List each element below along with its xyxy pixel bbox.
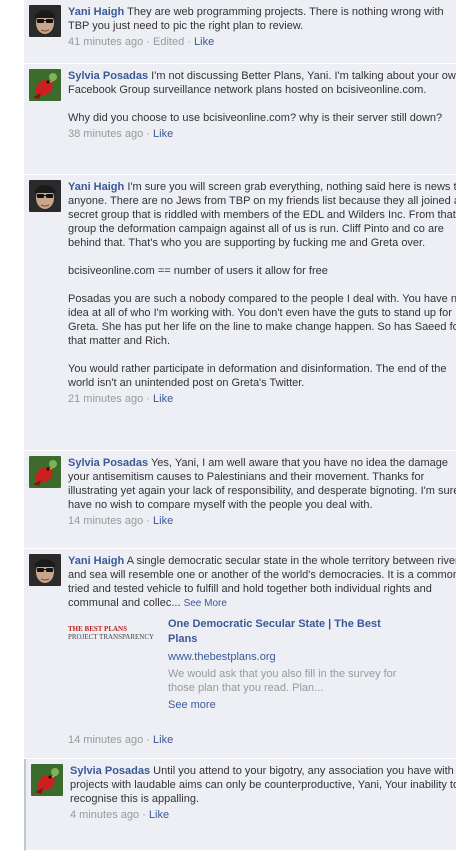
separator: · bbox=[146, 36, 150, 48]
separator: · bbox=[187, 36, 191, 48]
like-link[interactable]: Like bbox=[153, 515, 173, 527]
comment-author[interactable]: Yani Haigh bbox=[68, 555, 124, 567]
comment-time[interactable]: 4 minutes ago bbox=[70, 809, 139, 821]
comment-meta: 21 minutes ago · Like bbox=[68, 392, 456, 406]
comment-body: Yani Haigh A single democratic secular s… bbox=[68, 554, 456, 611]
link-preview-description: We would ask that you also fill in the s… bbox=[168, 668, 397, 694]
avatar-yani-haigh[interactable] bbox=[29, 180, 61, 212]
avatar-yani-haigh[interactable] bbox=[29, 554, 61, 586]
comment-meta: 38 minutes ago · Like bbox=[68, 127, 456, 141]
comment-paragraph: Why did you choose to use bcisiveonline.… bbox=[68, 112, 443, 124]
comment: Sylvia Posadas Until you attend to your … bbox=[24, 759, 456, 851]
comment-time[interactable]: 14 minutes ago bbox=[68, 734, 143, 746]
separator: · bbox=[142, 809, 146, 821]
comment-body: Sylvia Posadas Yes, Yani, I am well awar… bbox=[68, 456, 456, 512]
comment-paragraph: Posadas you are such a nobody compared t… bbox=[68, 293, 456, 347]
comment-thread: Yani Haigh They are web programming proj… bbox=[24, 0, 456, 851]
comment-meta: 14 minutes ago · Like bbox=[68, 733, 456, 747]
avatar-sylvia-posadas[interactable] bbox=[29, 69, 61, 101]
comment-paragraph: Sylvia Posadas I'm not discussing Better… bbox=[68, 69, 456, 97]
comment: Sylvia Posadas Yes, Yani, I am well awar… bbox=[24, 451, 456, 549]
comment-body: Yani Haigh I'm sure you will screen grab… bbox=[68, 180, 456, 390]
comment-time[interactable]: 21 minutes ago bbox=[68, 393, 143, 405]
comment-author[interactable]: Yani Haigh bbox=[68, 181, 124, 193]
thumbnail-title: THE BEST PLANS bbox=[68, 625, 128, 633]
like-link[interactable]: Like bbox=[149, 809, 169, 821]
comment-paragraph: bcisiveonline.com == number of users it … bbox=[68, 265, 328, 277]
like-link[interactable]: Like bbox=[153, 393, 173, 405]
link-preview-text: One Democratic Secular State | The Best … bbox=[168, 617, 408, 711]
comment-time[interactable]: 41 minutes ago bbox=[68, 36, 143, 48]
avatar-sylvia-posadas[interactable] bbox=[31, 764, 63, 796]
comment-paragraph: Yani Haigh I'm sure you will screen grab… bbox=[68, 180, 456, 250]
comment-author[interactable]: Sylvia Posadas bbox=[68, 70, 148, 82]
comment-time[interactable]: 14 minutes ago bbox=[68, 515, 143, 527]
comment-body: Yani Haigh They are web programming proj… bbox=[68, 5, 456, 33]
like-link[interactable]: Like bbox=[153, 734, 173, 746]
comment: Sylvia Posadas I'm not discussing Better… bbox=[24, 64, 456, 175]
link-preview[interactable]: THE BEST PLANS PROJECT TRANSPARENCY One … bbox=[68, 617, 456, 729]
thumbnail-subtitle: PROJECT TRANSPARENCY bbox=[68, 633, 155, 641]
comment: Yani Haigh A single democratic secular s… bbox=[24, 549, 456, 759]
edited-label[interactable]: Edited bbox=[153, 36, 184, 48]
separator: · bbox=[146, 393, 150, 405]
separator: · bbox=[146, 734, 150, 746]
comment-author[interactable]: Yani Haigh bbox=[68, 6, 124, 18]
comment-text: I'm sure you will screen grab everything… bbox=[68, 181, 456, 249]
comment: Yani Haigh I'm sure you will screen grab… bbox=[24, 175, 456, 451]
comment-time[interactable]: 38 minutes ago bbox=[68, 128, 143, 140]
link-preview-thumbnail[interactable]: THE BEST PLANS PROJECT TRANSPARENCY bbox=[68, 625, 158, 641]
avatar-sylvia-posadas[interactable] bbox=[29, 456, 61, 488]
link-preview-url[interactable]: www.thebestplans.org bbox=[168, 651, 408, 663]
comment-text: They are web programming projects. There… bbox=[68, 6, 444, 32]
separator: · bbox=[146, 128, 150, 140]
separator: · bbox=[146, 515, 150, 527]
comment-meta: 14 minutes ago · Like bbox=[68, 514, 456, 528]
see-more-link[interactable]: See More bbox=[184, 598, 227, 609]
comment-author[interactable]: Sylvia Posadas bbox=[68, 457, 148, 469]
link-preview-see-more[interactable]: See more bbox=[168, 699, 408, 711]
link-preview-title[interactable]: One Democratic Secular State | The Best … bbox=[168, 617, 408, 647]
comment-meta: 4 minutes ago · Like bbox=[70, 808, 456, 822]
like-link[interactable]: Like bbox=[153, 128, 173, 140]
comment-meta: 41 minutes ago · Edited · Like bbox=[68, 35, 456, 49]
comment-body: Sylvia Posadas I'm not discussing Better… bbox=[68, 69, 456, 125]
avatar-yani-haigh[interactable] bbox=[29, 5, 61, 37]
comment-text: A single democratic secular state in the… bbox=[68, 555, 456, 609]
comment-body: Sylvia Posadas Until you attend to your … bbox=[70, 764, 456, 806]
comment-paragraph: You would rather participate in deformat… bbox=[68, 363, 447, 389]
like-link[interactable]: Like bbox=[194, 36, 214, 48]
comment: Yani Haigh They are web programming proj… bbox=[24, 0, 456, 64]
comment-author[interactable]: Sylvia Posadas bbox=[70, 765, 150, 777]
